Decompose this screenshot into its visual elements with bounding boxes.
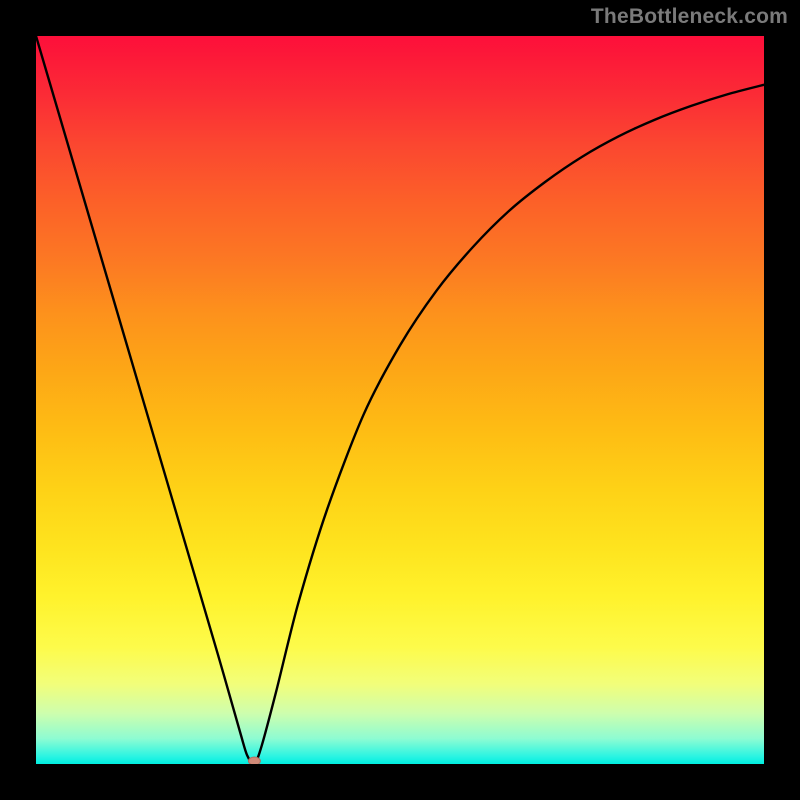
watermark-text: TheBottleneck.com	[591, 5, 788, 29]
chart-frame: TheBottleneck.com	[0, 0, 800, 800]
minimum-point-marker	[248, 757, 260, 764]
bottleneck-curve	[36, 36, 764, 764]
plot-area	[36, 36, 764, 764]
